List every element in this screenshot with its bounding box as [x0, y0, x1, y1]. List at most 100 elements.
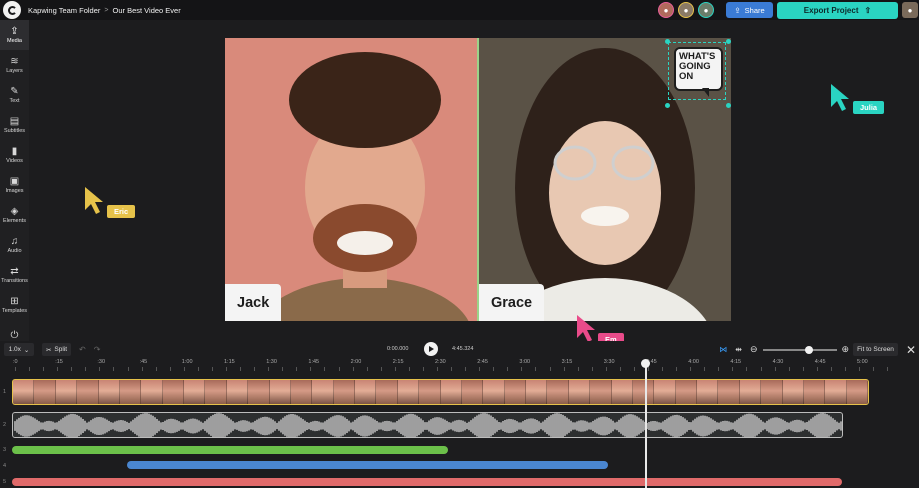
resize-handle[interactable]	[665, 103, 670, 108]
timeline-zoom-tools: ⋈ ⇹ ⊖ ⊕ Fit to Screen ✕	[719, 341, 919, 358]
video-thumbnail	[675, 380, 697, 404]
sidebar-item-subtitles[interactable]: ▤ Subtitles	[0, 110, 29, 140]
total-duration: 4:45.324	[452, 346, 474, 352]
breadcrumb-folder[interactable]: Kapwing Team Folder	[28, 6, 100, 15]
ruler-tick-label: 4:15	[730, 359, 742, 365]
video-thumbnail	[761, 380, 783, 404]
ruler-tick	[493, 367, 495, 371]
video-panel-left[interactable]: Jack	[225, 38, 478, 321]
resize-handle[interactable]	[726, 103, 731, 108]
close-icon[interactable]: ✕	[906, 343, 916, 357]
share-button[interactable]: ⇪ Share	[726, 2, 773, 18]
video-clip-track[interactable]	[12, 379, 869, 405]
ruler-tick	[549, 367, 551, 371]
ruler-tick	[226, 367, 227, 371]
blue-clip-bar[interactable]	[127, 461, 608, 469]
sidebar-label: Media	[7, 38, 22, 44]
ruler-tick	[718, 367, 720, 371]
ruler-tick	[830, 367, 832, 371]
zoom-slider[interactable]	[762, 345, 837, 354]
zoom-in-icon[interactable]: ⊕	[842, 344, 850, 355]
project-title[interactable]: Our Best Video Ever	[113, 6, 181, 15]
ruler-tick-label: 3:30	[603, 359, 615, 365]
ruler-tick	[183, 367, 185, 371]
sidebar-item-media[interactable]: ⇪ Media	[0, 20, 29, 50]
video-thumbnail	[697, 380, 719, 404]
user-avatar[interactable]: ●	[902, 2, 918, 18]
sidebar-item-images[interactable]: ▣ Images	[0, 170, 29, 200]
plugins-icon: ⏻	[10, 329, 19, 341]
audio-clip-track[interactable]	[12, 412, 843, 438]
track-number: 3	[3, 447, 7, 453]
ruler-tick-label: 4:00	[688, 359, 699, 365]
timeline-ruler[interactable]: :0:15:30:45 1:00 1:15 1:30 1:45 2:00 2:15 2:30 2…	[0, 358, 919, 372]
video-thumbnail	[55, 380, 78, 404]
play-button[interactable]	[424, 342, 438, 356]
ruler-tick-label: 2:45	[477, 359, 488, 365]
snap-icon[interactable]: ⋈	[719, 345, 727, 354]
resize-handle[interactable]	[665, 39, 670, 44]
video-thumbnail	[77, 380, 99, 404]
name-tag-jack[interactable]: Jack	[225, 284, 282, 321]
cursor-arrow-icon	[831, 84, 849, 111]
subtitles-icon: ▤	[9, 116, 20, 127]
breadcrumb-separator: >	[104, 6, 109, 14]
undo-icon[interactable]: ↶	[79, 345, 86, 354]
ruler-tick	[873, 367, 875, 371]
ruler-tick	[479, 367, 481, 371]
name-tag-grace[interactable]: Grace	[479, 284, 545, 321]
fit-width-icon[interactable]: ⇹	[735, 345, 742, 354]
playhead-handle[interactable]	[641, 359, 650, 368]
speech-bubble-sticker[interactable]: WHAT'S GOING ON	[668, 42, 726, 100]
fit-to-screen-button[interactable]: Fit to Screen	[853, 343, 898, 356]
sidebar-item-layers[interactable]: ≋ Layers	[0, 50, 29, 80]
ruler-tick-label: 1:30	[266, 359, 277, 365]
ruler-tick	[887, 367, 889, 371]
ruler-tick	[732, 367, 734, 371]
zoom-slider-knob[interactable]	[804, 345, 813, 354]
ruler-tick	[788, 367, 790, 371]
sidebar-item-templates[interactable]: ⊞ Templates	[0, 290, 29, 320]
ruler-tick	[451, 367, 453, 371]
split-button[interactable]: ✂ Split	[42, 343, 71, 356]
green-clip-bar[interactable]	[12, 446, 448, 454]
cursor-arrow-icon	[85, 187, 103, 214]
playback-speed-select[interactable]: 1.0x ⌄	[4, 343, 34, 356]
track-number: 4	[3, 463, 7, 469]
sidebar-label: Images	[5, 188, 24, 194]
video-thumbnail	[312, 380, 334, 404]
sidebar-item-audio[interactable]: ♫ Audio	[0, 230, 29, 260]
ruler-tick	[648, 367, 649, 371]
sidebar-item-elements[interactable]: ◈ Elements	[0, 200, 29, 230]
ruler-tick	[859, 367, 860, 371]
sidebar-label: Videos	[6, 158, 23, 164]
ruler-tick-label: 1:45	[308, 359, 320, 365]
sidebar-item-text[interactable]: ✎ Text	[0, 80, 29, 110]
track-number: 2	[3, 422, 7, 428]
avatar[interactable]: ●	[698, 2, 714, 18]
resize-handle[interactable]	[726, 39, 731, 44]
playhead-line[interactable]	[645, 360, 647, 488]
sidebar-item-videos[interactable]: ▮ Videos	[0, 140, 29, 170]
cursor-label-julia: Julia	[853, 101, 885, 114]
redo-icon[interactable]: ↷	[94, 345, 101, 354]
zoom-out-icon[interactable]: ⊖	[750, 344, 758, 355]
ruler-tick	[324, 367, 326, 371]
avatar[interactable]: ●	[658, 2, 674, 18]
ruler-tick	[774, 367, 776, 371]
ruler-tick	[99, 367, 101, 371]
ruler-tick	[310, 367, 312, 371]
kapwing-logo[interactable]	[3, 1, 21, 19]
audio-waveform	[14, 413, 842, 437]
avatar[interactable]: ●	[678, 2, 694, 18]
ruler-tick-label: :30	[97, 359, 106, 365]
video-thumbnail	[483, 380, 505, 404]
ruler-tick	[605, 367, 607, 371]
sidebar-item-transitions[interactable]: ⇄ Transitions	[0, 260, 29, 290]
grid-icon: ⊞	[10, 296, 19, 307]
red-clip-bar[interactable]	[12, 478, 842, 486]
ruler-tick	[282, 367, 284, 371]
export-project-button[interactable]: Export Project ⇧	[777, 1, 898, 19]
timeline-toolbar: 1.0x ⌄ ✂ Split ↶ ↷ 0:00.000 4:45.324 ⋈ ⇹…	[0, 341, 919, 358]
video-canvas[interactable]: Jack Grace WHAT'S GOING ON	[225, 38, 731, 321]
